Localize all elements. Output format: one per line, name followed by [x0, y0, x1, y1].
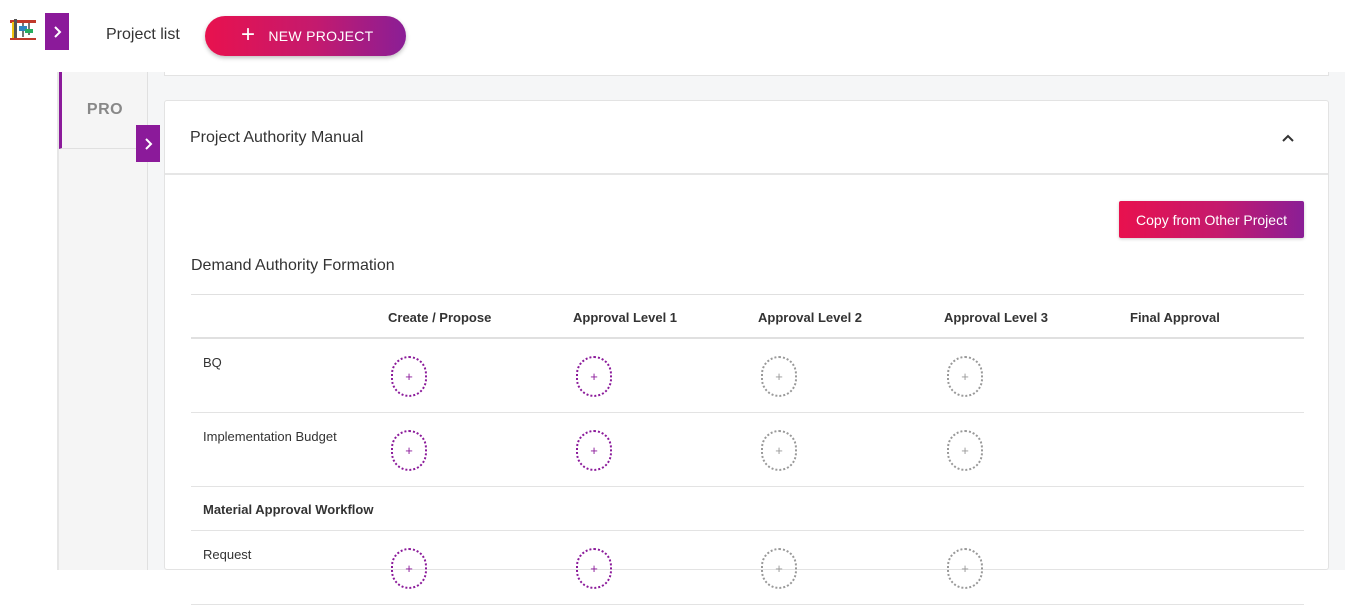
plus-icon: + — [241, 21, 256, 48]
project-authority-card: Project Authority Manual Copy from Other… — [164, 100, 1329, 605]
card-title: Project Authority Manual — [190, 129, 364, 146]
chevron-right-icon — [145, 137, 153, 150]
chevron-right-icon — [54, 25, 62, 38]
page-title: Project list — [106, 26, 180, 43]
add-assignee-slot[interactable]: + — [947, 356, 983, 397]
add-assignee-slot[interactable]: + — [576, 430, 612, 471]
new-project-button[interactable]: + NEW PROJECT — [205, 16, 406, 56]
add-assignee-slot[interactable]: + — [391, 430, 427, 471]
add-assignee-slot[interactable]: + — [576, 356, 612, 397]
expand-sidebar-button[interactable] — [45, 13, 69, 50]
card-header[interactable]: Project Authority Manual — [165, 101, 1328, 175]
table-header: Create / Propose Approval Level 1 Approv… — [191, 294, 1304, 339]
add-assignee-slot[interactable]: + — [761, 430, 797, 471]
add-assignee-slot[interactable]: + — [576, 548, 612, 589]
column-header-approval-1: Approval Level 1 — [573, 310, 678, 325]
add-assignee-slot[interactable]: + — [947, 548, 983, 589]
add-assignee-slot[interactable]: + — [947, 430, 983, 471]
table-row: Request + + + + — [191, 531, 1304, 605]
group-header-row: Material Approval Workflow — [191, 487, 1304, 531]
column-header-approval-2: Approval Level 2 — [758, 310, 863, 325]
add-assignee-slot[interactable]: + — [761, 548, 797, 589]
table-row: BQ + + + + — [191, 339, 1304, 413]
row-label: Implementation Budget — [203, 429, 337, 444]
project-side-panel: PRO — [59, 72, 148, 570]
chevron-up-icon[interactable] — [1280, 130, 1296, 146]
crane-logo-icon[interactable] — [8, 16, 38, 42]
top-bar: Project list + NEW PROJECT — [0, 0, 1345, 72]
section-title: Demand Authority Formation — [191, 257, 395, 274]
add-assignee-slot[interactable]: + — [391, 356, 427, 397]
row-label: Request — [203, 547, 252, 562]
expand-project-panel-button[interactable] — [136, 125, 160, 162]
add-assignee-slot[interactable]: + — [761, 356, 797, 397]
copy-from-other-project-button[interactable]: Copy from Other Project — [1119, 201, 1304, 238]
previous-card-edge — [164, 72, 1329, 76]
authority-table: Create / Propose Approval Level 1 Approv… — [191, 294, 1304, 605]
column-header-final: Final Approval — [1130, 310, 1220, 325]
table-row: Implementation Budget + + + + — [191, 413, 1304, 487]
new-project-label: NEW PROJECT — [268, 28, 374, 44]
group-label: Material Approval Workflow — [203, 502, 374, 517]
project-tab[interactable]: PRO — [59, 72, 148, 149]
column-header-create: Create / Propose — [388, 310, 492, 325]
add-assignee-slot[interactable]: + — [391, 548, 427, 589]
row-label: BQ — [203, 355, 222, 370]
column-header-approval-3: Approval Level 3 — [944, 310, 1049, 325]
